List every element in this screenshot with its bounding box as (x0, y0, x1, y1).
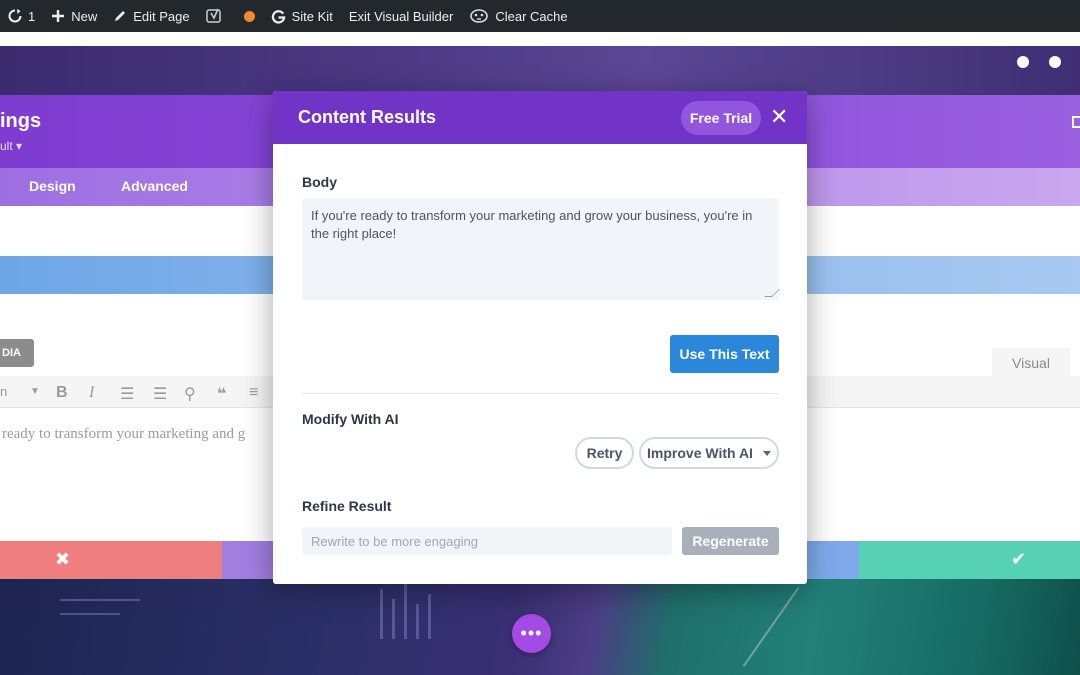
cheetah-icon (470, 9, 489, 23)
google-g-icon (271, 9, 286, 24)
tab-visual[interactable]: Visual (992, 348, 1070, 378)
new-label: New (71, 8, 98, 24)
numbered-list-icon[interactable]: ☰ (153, 384, 167, 404)
chevron-down-icon[interactable]: ▼ (30, 386, 40, 397)
status-dot-icon (243, 10, 255, 22)
settings-title: ings (0, 110, 42, 132)
edit-page-label: Edit Page (133, 8, 190, 24)
paragraph-format-select[interactable]: n (0, 384, 7, 399)
banner-dot-icon[interactable] (1017, 56, 1029, 68)
add-media-button[interactable]: DIA (0, 339, 34, 367)
redo-button[interactable] (807, 541, 859, 579)
chart-decoration (60, 613, 120, 615)
seo-status-item[interactable] (236, 0, 263, 32)
updates-count: 1 (28, 8, 36, 24)
close-icon[interactable]: ✕ (770, 106, 788, 128)
chevron-down-icon (762, 450, 771, 456)
save-button[interactable] (859, 541, 1080, 579)
bold-icon[interactable]: B (56, 384, 68, 402)
improve-label: Improve With AI (647, 445, 753, 461)
italic-icon[interactable]: I (89, 384, 94, 402)
use-this-text-button[interactable]: Use This Text (670, 335, 779, 373)
body-textarea[interactable]: If you're ready to transform your market… (302, 198, 780, 300)
tab-advanced[interactable]: Advanced (121, 178, 188, 194)
updates-item[interactable]: 1 (0, 0, 43, 32)
undo-button[interactable] (222, 541, 273, 579)
modal-title: Content Results (298, 107, 437, 127)
yoast-icon (205, 8, 221, 23)
editor-content[interactable]: ready to transform your marketing and g (2, 426, 245, 443)
refine-label: Refine Result (302, 498, 392, 514)
admin-bar: 1 New Edit Page Site Kit Exit Visual Bui… (0, 0, 1080, 32)
improve-with-ai-dropdown[interactable]: Improve With AI (639, 437, 779, 469)
regenerate-button[interactable]: Regenerate (682, 527, 779, 555)
content-results-modal: Content Results Free Trial ✕ Body If you… (273, 91, 807, 584)
chart-decoration (392, 599, 395, 639)
yoast-item[interactable] (198, 0, 236, 32)
discard-button[interactable] (0, 541, 222, 579)
site-kit-item[interactable]: Site Kit (263, 0, 341, 32)
chart-decoration (404, 584, 407, 639)
plus-icon (52, 10, 65, 22)
edit-page-item[interactable]: Edit Page (105, 0, 197, 32)
necklace-decoration (742, 587, 800, 667)
exit-builder-label: Exit Visual Builder (348, 8, 454, 24)
body-text: If you're ready to transform your market… (311, 208, 753, 241)
modify-label: Modify With AI (302, 411, 399, 427)
pencil-icon (115, 11, 126, 21)
expand-icon[interactable] (1072, 116, 1080, 128)
clear-cache-label: Clear Cache (495, 8, 568, 24)
chart-decoration (416, 604, 419, 639)
chart-decoration (380, 589, 383, 639)
new-item[interactable]: New (43, 0, 105, 32)
link-icon[interactable]: ⚲ (184, 384, 196, 404)
site-kit-label: Site Kit (291, 8, 333, 24)
banner-dot-icon[interactable] (1049, 56, 1061, 68)
exit-builder-item[interactable]: Exit Visual Builder (341, 0, 462, 32)
bullet-list-icon[interactable]: ☰ (120, 384, 134, 404)
preset-dropdown[interactable]: ult ▾ (0, 139, 22, 153)
retry-label: Retry (586, 445, 623, 461)
divider (302, 393, 779, 394)
more-options-button[interactable]: ••• (512, 614, 551, 653)
tab-design[interactable]: Design (29, 178, 76, 194)
clear-cache-item[interactable]: Clear Cache (461, 0, 575, 32)
quote-icon[interactable]: ❝ (217, 384, 226, 404)
retry-button[interactable]: Retry (575, 437, 634, 469)
chart-decoration (60, 599, 140, 601)
checkmark-icon: ✔ (1011, 549, 1027, 569)
modal-header: Content Results Free Trial ✕ (273, 91, 807, 144)
refine-input[interactable]: Rewrite to be more engaging (302, 527, 672, 555)
free-trial-button[interactable]: Free Trial (681, 101, 761, 135)
body-label: Body (302, 174, 337, 190)
resize-handle-icon[interactable] (764, 289, 780, 297)
align-icon[interactable]: ≡ (249, 384, 258, 402)
close-icon: ✖ (55, 549, 71, 569)
refresh-icon (8, 9, 22, 23)
chart-decoration (428, 594, 431, 639)
